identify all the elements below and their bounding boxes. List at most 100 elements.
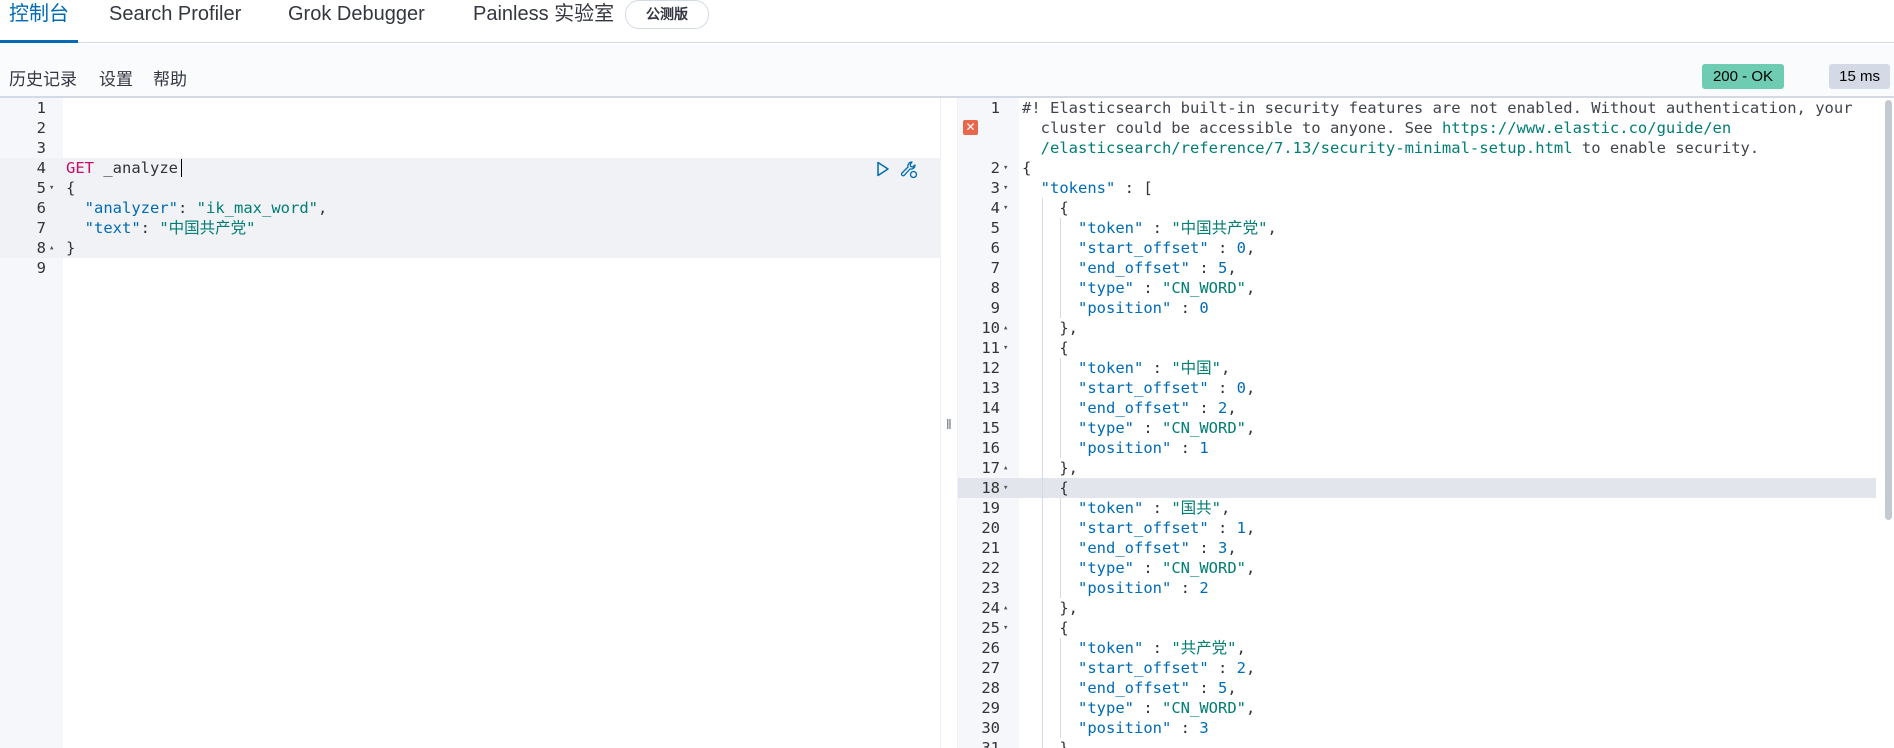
- line-number: 28: [981, 679, 1000, 697]
- response-line: {: [1022, 159, 1032, 177]
- settings-link[interactable]: 设置: [99, 65, 133, 90]
- tab-painless-lab[interactable]: Painless 实验室: [464, 0, 623, 43]
- response-line: "tokens" : [: [1040, 179, 1153, 197]
- top-tab-bar: 控制台 Search Profiler Grok Debugger Painle…: [0, 0, 1894, 43]
- fold-open-icon[interactable]: ▾: [49, 183, 54, 193]
- response-line: "token" : "中国",: [1078, 359, 1231, 377]
- json-string: "ik_max_word": [196, 199, 318, 217]
- pane-resizer[interactable]: ‖: [940, 98, 958, 748]
- json-key: "type": [1078, 419, 1134, 437]
- indent-guide: [1060, 218, 1062, 318]
- line-number: 31: [981, 739, 1000, 748]
- json-value: 1: [1199, 439, 1209, 457]
- fold-open-icon[interactable]: ▾: [1003, 483, 1008, 493]
- line-number: 1: [36, 99, 46, 117]
- json-value: 0: [1236, 239, 1246, 257]
- line-number: 25: [981, 619, 1000, 637]
- line-number: 11: [981, 339, 1000, 357]
- request-method: GET: [66, 159, 94, 177]
- response-line: {: [1022, 619, 1069, 637]
- line-number: 12: [981, 359, 1000, 377]
- request-path: _analyze: [94, 159, 178, 177]
- line-number: 6: [990, 239, 1000, 257]
- json-value: "国共": [1171, 499, 1221, 517]
- fold-close-icon[interactable]: ▴: [49, 243, 54, 253]
- tab-console[interactable]: 控制台: [0, 0, 78, 43]
- response-line: },: [1022, 739, 1078, 748]
- response-line: "token" : "共产党",: [1078, 639, 1246, 657]
- json-value: "中国共产党": [1171, 219, 1268, 237]
- line-number: 2: [36, 119, 46, 137]
- status-code-badge: 200 - OK: [1701, 64, 1784, 89]
- fold-close-icon[interactable]: ▴: [1003, 463, 1008, 473]
- line-number: 16: [981, 439, 1000, 457]
- line-number: 3: [36, 139, 46, 157]
- json-key: "type": [1078, 559, 1134, 577]
- json-value: 2: [1236, 659, 1246, 677]
- line-number: 24: [981, 599, 1000, 617]
- response-line: "position" : 2: [1078, 579, 1209, 597]
- fold-close-icon[interactable]: ▴: [1003, 603, 1008, 613]
- request-code[interactable]: GET _analyze { "analyzer": "ik_max_word"…: [63, 98, 940, 748]
- response-line: "end_offset" : 5,: [1078, 259, 1237, 277]
- text-cursor: [181, 159, 182, 177]
- response-viewer[interactable]: ✕ 1 2 3 4 5 6 7 8 9 10 11 12 13 14 15 16 17 18 19 20 21 22 23 2…: [958, 98, 1894, 748]
- json-key: "start_offset": [1078, 239, 1209, 257]
- fold-open-icon[interactable]: ▾: [1003, 343, 1008, 353]
- fold-open-icon[interactable]: ▾: [1003, 623, 1008, 633]
- request-editor[interactable]: 1 2 3 4 5 6 7 8 9 ▾ ▴ GET _analyze { "analyzer": "…: [0, 98, 940, 748]
- tab-search-profiler[interactable]: Search Profiler: [100, 0, 250, 43]
- json-key: "position": [1078, 299, 1172, 317]
- resize-handle-icon[interactable]: ‖: [946, 416, 952, 432]
- json-value: "CN_WORD": [1162, 699, 1246, 717]
- json-value: 2: [1199, 579, 1209, 597]
- json-key: "token": [1078, 499, 1144, 517]
- json-value: 5: [1217, 679, 1228, 697]
- request-line: GET _analyze: [66, 158, 178, 178]
- line-number: 17: [981, 459, 1000, 477]
- json-value: "CN_WORD": [1162, 279, 1246, 297]
- response-line: "position" : 1: [1078, 439, 1209, 457]
- line-number: 6: [36, 199, 46, 217]
- line-number: 4: [990, 199, 1000, 217]
- line-number: 9: [36, 259, 46, 277]
- response-line: "type" : "CN_WORD",: [1078, 419, 1256, 437]
- json-value: 3: [1217, 539, 1228, 557]
- fold-open-icon[interactable]: ▾: [1003, 163, 1008, 173]
- help-link[interactable]: 帮助: [153, 65, 187, 90]
- line-number: 27: [981, 659, 1000, 677]
- json-key: "text": [84, 219, 141, 237]
- json-key: "start_offset": [1078, 379, 1209, 397]
- json-value: "中国": [1171, 359, 1221, 377]
- line-number: 22: [981, 559, 1000, 577]
- request-body-close: }: [66, 239, 76, 257]
- fold-close-icon[interactable]: ▴: [1003, 323, 1008, 333]
- play-icon[interactable]: [875, 161, 891, 177]
- fold-open-icon[interactable]: ▾: [1003, 203, 1008, 213]
- line-number: 26: [981, 639, 1000, 657]
- wrench-icon[interactable]: [899, 160, 919, 179]
- response-warning-line: #! Elasticsearch built-in security featu…: [1022, 99, 1853, 117]
- response-line: "start_offset" : 0,: [1078, 379, 1256, 397]
- tab-grok-debugger[interactable]: Grok Debugger: [279, 0, 434, 43]
- json-value: "共产党": [1171, 639, 1237, 657]
- response-line: {: [1022, 479, 1069, 497]
- line-number: 19: [981, 499, 1000, 517]
- response-scrollbar[interactable]: [1885, 100, 1892, 520]
- request-body-line: "analyzer": "ik_max_word",: [84, 199, 328, 217]
- fold-open-icon[interactable]: ▾: [1003, 183, 1008, 193]
- response-line: },: [1022, 319, 1078, 337]
- line-number: 18: [981, 479, 1000, 497]
- json-key: "position": [1078, 719, 1172, 737]
- history-link[interactable]: 历史记录: [9, 65, 77, 90]
- line-number: 29: [981, 699, 1000, 717]
- response-line: "type" : "CN_WORD",: [1078, 559, 1256, 577]
- indent-guide: [1060, 498, 1062, 598]
- json-value: 5: [1217, 259, 1228, 277]
- json-key: "token": [1078, 639, 1144, 657]
- response-line: "token" : "国共",: [1078, 499, 1231, 517]
- line-number: 14: [981, 399, 1000, 417]
- security-docs-link[interactable]: https://www.elastic.co/guide/en: [1442, 119, 1731, 137]
- error-icon[interactable]: ✕: [963, 120, 978, 135]
- line-number: 4: [36, 159, 46, 177]
